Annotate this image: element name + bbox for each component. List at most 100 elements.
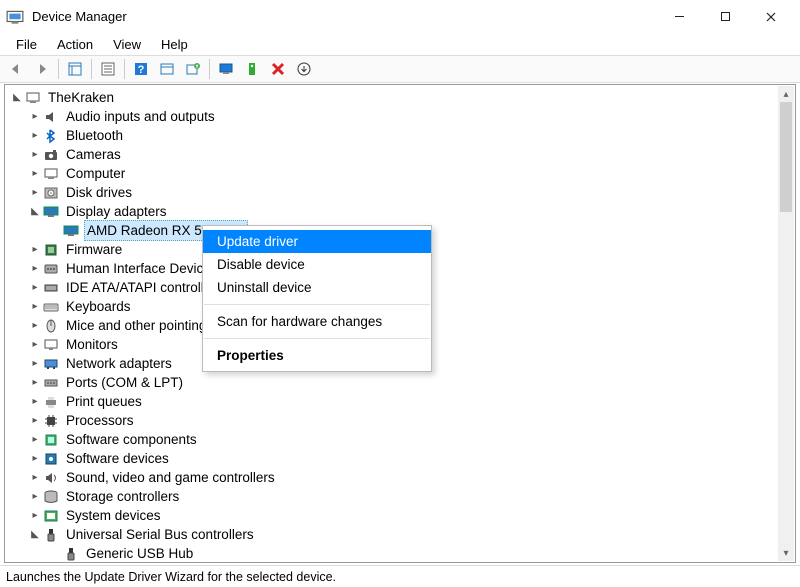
tree-category-4[interactable]: ▸ Disk drives xyxy=(8,183,792,202)
tree-category-16[interactable]: ▸Software components xyxy=(8,430,792,449)
toolbar-update-driver-button[interactable] xyxy=(181,58,205,80)
toolbar-uninstall-button[interactable] xyxy=(266,58,290,80)
statusbar: Launches the Update Driver Wizard for th… xyxy=(0,565,800,587)
bt-icon xyxy=(42,127,59,144)
tree-category-5[interactable]: ◣ Display adapters xyxy=(8,202,792,221)
scrollbar-vertical[interactable]: ▴ ▾ xyxy=(778,86,794,561)
tree-item-label: Network adapters xyxy=(64,354,174,373)
tree-category-14[interactable]: ▸Print queues xyxy=(8,392,792,411)
expand-chevron-icon[interactable]: ◣ xyxy=(10,88,24,107)
swc-icon xyxy=(42,431,59,448)
expand-chevron-icon[interactable]: ▸ xyxy=(28,335,42,354)
disk-icon xyxy=(42,184,59,201)
expand-chevron-icon[interactable]: ▸ xyxy=(28,316,42,335)
expand-chevron-icon[interactable]: ▸ xyxy=(28,164,42,183)
context-menu-item-1[interactable]: Disable device xyxy=(203,253,431,276)
expand-chevron-icon[interactable]: ▸ xyxy=(28,392,42,411)
menu-file[interactable]: File xyxy=(6,35,47,54)
toolbar-separator xyxy=(91,59,92,79)
menu-action[interactable]: Action xyxy=(47,35,103,54)
tree-category-18[interactable]: ▸Sound, video and game controllers xyxy=(8,468,792,487)
tree-item-label: Universal Serial Bus controllers xyxy=(64,525,256,544)
tree-category-19[interactable]: ▸Storage controllers xyxy=(8,487,792,506)
tree-root[interactable]: ◣TheKraken xyxy=(8,88,792,107)
tree-item-label: Processors xyxy=(64,411,136,430)
context-menu-separator xyxy=(204,304,430,305)
expand-chevron-icon[interactable]: ◣ xyxy=(28,202,42,221)
expand-chevron-icon[interactable]: ▸ xyxy=(28,449,42,468)
menu-help[interactable]: Help xyxy=(151,35,198,54)
close-button[interactable] xyxy=(748,2,794,32)
tree-item-label: Computer xyxy=(64,164,127,183)
scrollbar-down-icon[interactable]: ▾ xyxy=(778,545,794,561)
monitor-icon xyxy=(42,336,59,353)
ide-icon xyxy=(42,279,59,296)
expand-chevron-icon[interactable]: ▸ xyxy=(28,468,42,487)
context-menu-item-0[interactable]: Update driver xyxy=(203,230,431,253)
expand-chevron-icon[interactable]: ▸ xyxy=(28,183,42,202)
tree-item-label: Generic USB Hub xyxy=(84,544,195,563)
context-menu-item-4[interactable]: Scan for hardware changes xyxy=(203,310,431,333)
tree-category-13[interactable]: ▸ Ports (COM & LPT) xyxy=(8,373,792,392)
expand-chevron-icon[interactable]: ▸ xyxy=(28,259,42,278)
camera-icon xyxy=(42,146,59,163)
tree-item-label: Ports (COM & LPT) xyxy=(64,373,185,392)
expand-chevron-icon[interactable]: ▸ xyxy=(28,506,42,525)
usb-icon xyxy=(62,545,79,562)
usb-icon xyxy=(42,526,59,543)
kb-icon xyxy=(42,298,59,315)
context-menu-item-6[interactable]: Properties xyxy=(203,344,431,367)
tree-item-label: Audio inputs and outputs xyxy=(64,107,217,126)
scrollbar-up-icon[interactable]: ▴ xyxy=(778,86,794,102)
toolbar-down-button[interactable] xyxy=(292,58,316,80)
window-titlebar: Device Manager xyxy=(0,0,800,33)
expand-chevron-icon[interactable]: ◣ xyxy=(28,525,42,544)
expand-chevron-icon[interactable]: ▸ xyxy=(28,487,42,506)
toolbar-help-button[interactable]: ? xyxy=(129,58,153,80)
expand-chevron-icon[interactable]: ▸ xyxy=(28,126,42,145)
tree-item-label: System devices xyxy=(64,506,163,525)
expand-chevron-icon[interactable]: ▸ xyxy=(28,430,42,449)
svg-text:?: ? xyxy=(138,64,145,76)
scrollbar-track[interactable] xyxy=(778,212,794,545)
port-icon xyxy=(42,374,59,391)
expand-chevron-icon[interactable]: ▸ xyxy=(28,373,42,392)
tree-category-0[interactable]: ▸ Audio inputs and outputs xyxy=(8,107,792,126)
tree-category-21[interactable]: ◣ Universal Serial Bus controllers xyxy=(8,525,792,544)
tree-category-1[interactable]: ▸Bluetooth xyxy=(8,126,792,145)
expand-chevron-icon[interactable]: ▸ xyxy=(28,297,42,316)
toolbar-properties-button[interactable] xyxy=(96,58,120,80)
tree-category-2[interactable]: ▸Cameras xyxy=(8,145,792,164)
expand-chevron-icon[interactable]: ▸ xyxy=(28,278,42,297)
tree-item-label: Firmware xyxy=(64,240,124,259)
tree-device-21-0[interactable]: Generic USB Hub xyxy=(8,544,792,563)
toolbar-enable-button[interactable] xyxy=(240,58,264,80)
tree-item-label: Disk drives xyxy=(64,183,134,202)
storage-icon xyxy=(42,488,59,505)
tree-item-label: Display adapters xyxy=(64,202,169,221)
tree-category-3[interactable]: ▸ Computer xyxy=(8,164,792,183)
toolbar-forward-button[interactable] xyxy=(30,58,54,80)
toolbar-scan-hardware-button[interactable] xyxy=(214,58,238,80)
menubar: File Action View Help xyxy=(0,33,800,55)
pc-icon xyxy=(24,89,41,106)
scrollbar-thumb[interactable] xyxy=(780,102,792,212)
maximize-button[interactable] xyxy=(702,2,748,32)
context-menu-item-2[interactable]: Uninstall device xyxy=(203,276,431,299)
toolbar-action-button[interactable] xyxy=(155,58,179,80)
toolbar-back-button[interactable] xyxy=(4,58,28,80)
tree-category-15[interactable]: ▸ Processors xyxy=(8,411,792,430)
tree-category-20[interactable]: ▸ System devices xyxy=(8,506,792,525)
expand-chevron-icon[interactable]: ▸ xyxy=(28,411,42,430)
expand-chevron-icon[interactable]: ▸ xyxy=(28,240,42,259)
expand-chevron-icon[interactable]: ▸ xyxy=(28,354,42,373)
menu-view[interactable]: View xyxy=(103,35,151,54)
toolbar-show-hide-button[interactable] xyxy=(63,58,87,80)
expand-chevron-icon[interactable]: ▸ xyxy=(28,145,42,164)
print-icon xyxy=(42,393,59,410)
context-menu: Update driverDisable deviceUninstall dev… xyxy=(202,225,432,372)
context-menu-separator xyxy=(204,338,430,339)
expand-chevron-icon[interactable]: ▸ xyxy=(28,107,42,126)
tree-category-17[interactable]: ▸Software devices xyxy=(8,449,792,468)
minimize-button[interactable] xyxy=(656,2,702,32)
